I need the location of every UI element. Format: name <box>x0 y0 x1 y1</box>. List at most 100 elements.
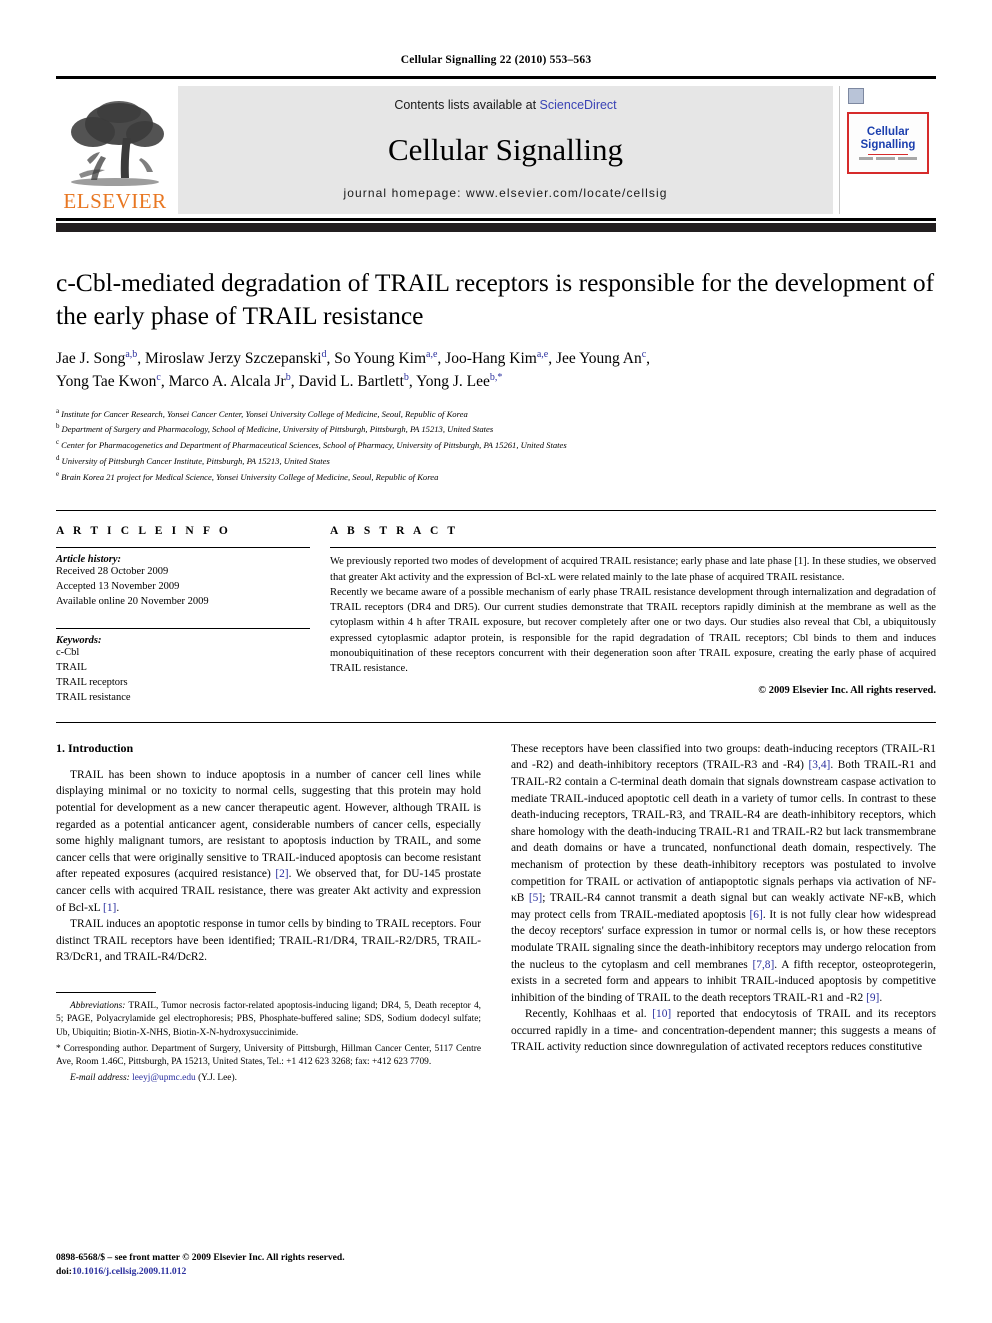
affiliation-marker: b <box>56 422 60 431</box>
citation-ref[interactable]: [7,8] <box>752 959 774 971</box>
affiliation-item: d University of Pittsburgh Cancer Institu… <box>56 453 936 469</box>
keywords-label: Keywords: <box>56 635 102 647</box>
image-placeholder-icon <box>848 88 864 104</box>
abstract-paragraph: Recently we became aware of a possible m… <box>330 586 936 675</box>
article-history-accepted: Accepted 13 November 2009 <box>56 581 180 593</box>
intro-paragraph-3: These receptors have been classified int… <box>511 741 936 1007</box>
footnote-email: E-mail address: leeyj@upmc.edu (Y.J. Lee… <box>56 1072 481 1086</box>
abstract-rule-top <box>330 547 936 549</box>
author-item: So Young Kima,e <box>334 349 438 368</box>
keyword-item: TRAIL resistance <box>56 691 131 703</box>
affiliation-text: Brain Korea 21 project for Medical Scien… <box>61 471 439 482</box>
author-item: Marco A. Alcala Jrb <box>168 371 291 391</box>
affiliation-text: Institute for Cancer Research, Yonsei Ca… <box>61 408 468 419</box>
author-item: Miroslaw Jerzy Szczepanskid <box>145 349 326 367</box>
elsevier-logo: ELSEVIER <box>56 86 174 214</box>
imprint-block: 0898-6568/$ – see front matter © 2009 El… <box>56 1251 345 1279</box>
author-item: Jee Young Anc <box>556 349 646 368</box>
journal-homepage-line[interactable]: journal homepage: www.elsevier.com/locat… <box>343 186 667 200</box>
affiliation-item: c Center for Pharmacogenetics and Departm… <box>56 437 936 453</box>
info-abstract-region: A R T I C L E I N F O Article history: R… <box>56 510 936 705</box>
citation-ref[interactable]: [1] <box>103 902 116 914</box>
article-history-received: Received 28 October 2009 <box>56 566 169 578</box>
contents-available-line: Contents lists available at ScienceDirec… <box>394 98 616 112</box>
affiliation-marker: e <box>56 469 60 478</box>
author-item: Yong J. Leeb,* <box>416 371 503 391</box>
author-item: David L. Bartlettb <box>298 371 409 391</box>
masthead-bold-bar <box>56 223 936 232</box>
corresponding-author-text: Corresponding author. Department of Surg… <box>56 1043 481 1068</box>
cover-divider <box>868 153 908 155</box>
author-name: Yong J. Lee <box>416 373 490 391</box>
author-affil-marker: a,e <box>536 349 549 361</box>
article-history-label: Article history: <box>56 554 122 566</box>
article-info-rule-top <box>56 547 310 549</box>
keyword-item: c-Cbl <box>56 647 80 659</box>
keyword-item: TRAIL <box>56 662 87 674</box>
intro-p1-text-c: . <box>116 901 120 914</box>
article-history-online: Available online 20 November 2009 <box>56 596 209 608</box>
affiliation-item: a Institute for Cancer Research, Yonsei C… <box>56 406 936 422</box>
sciencedirect-link[interactable]: ScienceDirect <box>540 98 617 112</box>
corresponding-author-marker: b,* <box>489 371 503 383</box>
intro-paragraph-2: TRAIL induces an apoptotic response in t… <box>56 918 481 964</box>
email-link[interactable]: leeyj@upmc.edu <box>132 1073 196 1083</box>
email-owner: (Y.J. Lee). <box>198 1072 237 1083</box>
author-name: Jee Young An <box>556 350 642 368</box>
footnote-divider <box>56 991 156 993</box>
affiliation-marker: d <box>56 453 60 462</box>
citation-ref[interactable]: [9] <box>866 992 879 1004</box>
citation-ref[interactable]: [6] <box>750 909 763 921</box>
journal-cover-thumbnail[interactable]: Cellular Signalling <box>847 112 929 174</box>
affiliation-text: Department of Surgery and Pharmacology, … <box>61 424 494 435</box>
intro-p4-text-a: Recently, Kohlhaas et al. <box>525 1008 653 1021</box>
intro-paragraph-4: Recently, Kohlhaas et al. [10] reported … <box>511 1006 936 1056</box>
affiliation-text: Center for Pharmacogenetics and Departme… <box>61 439 567 450</box>
affiliation-text: University of Pittsburgh Cancer Institut… <box>61 455 330 466</box>
abstract-bottom-rule <box>56 721 936 723</box>
citation-ref[interactable]: [10] <box>652 1008 671 1020</box>
article-info-rule-mid <box>56 628 310 630</box>
issn-line: 0898-6568/$ – see front matter © 2009 El… <box>56 1252 345 1264</box>
doi-link[interactable]: 10.1016/j.cellsig.2009.11.012 <box>72 1266 186 1277</box>
author-name: David L. Bartlett <box>298 373 404 391</box>
author-name: Joo-Hang Kim <box>445 350 537 368</box>
journal-cover-column: Cellular Signalling <box>839 86 936 214</box>
running-head: Cellular Signalling 22 (2010) 553–563 <box>400 54 592 66</box>
footnote-abbreviations: Abbreviations: TRAIL, Tumor necrosis fac… <box>56 1000 481 1041</box>
author-affil-marker: b <box>403 371 409 383</box>
author-item: Yong Tae Kwonc <box>56 372 161 391</box>
author-name: So Young Kim <box>334 350 427 368</box>
cover-title-line2: Signalling <box>860 138 916 151</box>
citation-ref[interactable]: [2] <box>275 868 288 880</box>
author-list: Jae J. Songa,b, Miroslaw Jerzy Szczepans… <box>56 349 651 391</box>
elsevier-wordmark: ELSEVIER <box>63 189 167 213</box>
intro-p3-text-f: . <box>879 991 883 1004</box>
citation-ref[interactable]: [5] <box>529 892 542 904</box>
abstract-copyright: © 2009 Elsevier Inc. All rights reserved… <box>758 685 936 697</box>
body-two-column-layout: 1. Introduction TRAIL has been shown to … <box>56 741 936 1085</box>
author-affil-marker: b <box>285 371 291 383</box>
doi-line: doi:10.1016/j.cellsig.2009.11.012 <box>56 1265 345 1279</box>
masthead-bottom-rule <box>56 218 936 221</box>
author-name: Marco A. Alcala Jr <box>168 373 286 391</box>
affiliation-item: e Brain Korea 21 project for Medical Scie… <box>56 469 936 485</box>
journal-masthead: ELSEVIER Contents lists available at Sci… <box>56 76 936 214</box>
section-heading-introduction: 1. Introduction <box>56 740 134 755</box>
abstract-heading: A B S T R A C T <box>330 525 459 538</box>
author-affil-marker: a,e <box>426 349 438 361</box>
author-item: Joo-Hang Kima,e <box>445 349 549 368</box>
title-block: c-Cbl-mediated degradation of TRAIL rece… <box>56 232 936 484</box>
author-name: Yong Tae Kwon <box>56 373 157 391</box>
body-column-right: These receptors have been classified int… <box>511 741 936 1085</box>
citation-ref[interactable]: [3,4] <box>809 759 831 771</box>
affiliation-list: a Institute for Cancer Research, Yonsei C… <box>56 406 936 485</box>
article-info-column: A R T I C L E I N F O Article history: R… <box>56 525 326 705</box>
cover-title-line1: Cellular <box>866 126 910 139</box>
article-page: Cellular Signalling 22 (2010) 553–563 EL… <box>0 0 992 1323</box>
abstract-body: We previously reported two modes of deve… <box>330 554 936 676</box>
author-item: Jae J. Songa,b <box>56 349 137 367</box>
article-info-heading: A R T I C L E I N F O <box>56 525 231 538</box>
body-column-left: 1. Introduction TRAIL has been shown to … <box>56 741 481 1085</box>
